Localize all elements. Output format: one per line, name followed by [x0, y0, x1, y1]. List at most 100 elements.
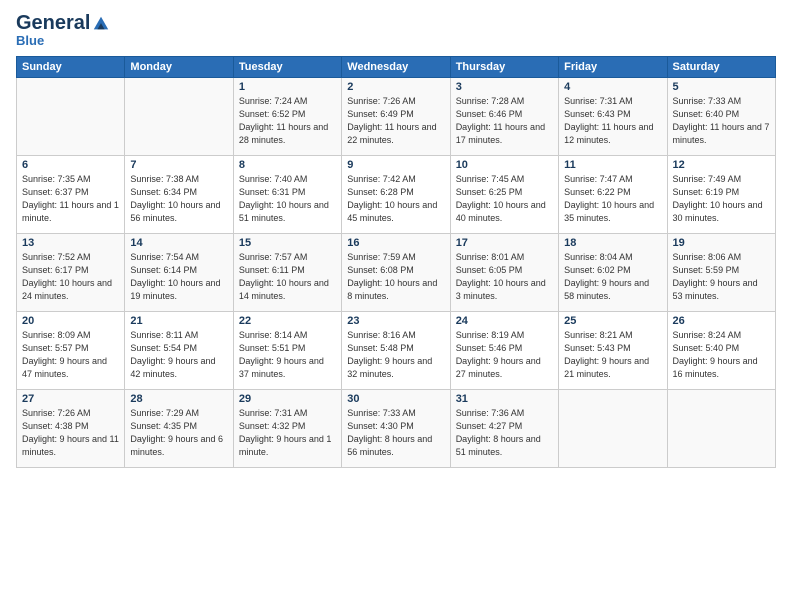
logo-text: General: [16, 12, 110, 35]
day-cell: 14 Sunrise: 7:54 AMSunset: 6:14 PMDayligh…: [125, 234, 233, 312]
day-number: 11: [564, 159, 661, 171]
day-cell: 24 Sunrise: 8:19 AMSunset: 5:46 PMDayligh…: [450, 312, 558, 390]
logo-icon: [92, 15, 110, 33]
day-info: Sunrise: 7:54 AMSunset: 6:14 PMDaylight:…: [130, 251, 227, 303]
day-number: 3: [456, 81, 553, 93]
day-info: Sunrise: 7:26 AMSunset: 6:49 PMDaylight:…: [347, 95, 444, 147]
day-number: 15: [239, 237, 336, 249]
col-header-tuesday: Tuesday: [233, 57, 341, 78]
week-row-3: 13 Sunrise: 7:52 AMSunset: 6:17 PMDayligh…: [17, 234, 776, 312]
day-cell: 23Sunrise: 8:16 AMSunset: 5:48 PMDayligh…: [342, 312, 450, 390]
day-number: 27: [22, 393, 119, 405]
day-number: 8: [239, 159, 336, 171]
day-number: 9: [347, 159, 444, 171]
day-number: 22: [239, 315, 336, 327]
day-info: Sunrise: 8:14 AMSunset: 5:51 PMDaylight:…: [239, 329, 336, 381]
day-info: Sunrise: 7:49 AMSunset: 6:19 PMDaylight:…: [673, 173, 770, 225]
day-cell: 9Sunrise: 7:42 AMSunset: 6:28 PMDaylight…: [342, 156, 450, 234]
day-cell: 7Sunrise: 7:38 AMSunset: 6:34 PMDaylight…: [125, 156, 233, 234]
day-cell: 29 Sunrise: 7:31 AMSunset: 4:32 PMDayligh…: [233, 390, 341, 468]
day-info: Sunrise: 7:24 AMSunset: 6:52 PMDaylight:…: [239, 95, 336, 147]
day-number: 25: [564, 315, 661, 327]
calendar-body: 1 Sunrise: 7:24 AMSunset: 6:52 PMDaylight…: [17, 78, 776, 468]
calendar-table: SundayMondayTuesdayWednesdayThursdayFrid…: [16, 56, 776, 468]
day-info: Sunrise: 7:33 AMSunset: 6:40 PMDaylight:…: [673, 95, 770, 147]
col-header-monday: Monday: [125, 57, 233, 78]
day-cell: 11Sunrise: 7:47 AMSunset: 6:22 PMDayligh…: [559, 156, 667, 234]
logo-general: General: [16, 12, 90, 35]
day-number: 1: [239, 81, 336, 93]
day-cell: 16Sunrise: 7:59 AMSunset: 6:08 PMDayligh…: [342, 234, 450, 312]
day-info: Sunrise: 7:28 AMSunset: 6:46 PMDaylight:…: [456, 95, 553, 147]
day-info: Sunrise: 8:19 AMSunset: 5:46 PMDaylight:…: [456, 329, 553, 381]
col-header-friday: Friday: [559, 57, 667, 78]
col-header-sunday: Sunday: [17, 57, 125, 78]
day-number: 6: [22, 159, 119, 171]
week-row-1: 1 Sunrise: 7:24 AMSunset: 6:52 PMDaylight…: [17, 78, 776, 156]
day-number: 5: [673, 81, 770, 93]
day-number: 7: [130, 159, 227, 171]
day-cell: [559, 390, 667, 468]
col-header-wednesday: Wednesday: [342, 57, 450, 78]
day-number: 19: [673, 237, 770, 249]
day-info: Sunrise: 7:33 AMSunset: 4:30 PMDaylight:…: [347, 407, 444, 459]
day-number: 30: [347, 393, 444, 405]
day-info: Sunrise: 7:31 AMSunset: 6:43 PMDaylight:…: [564, 95, 661, 147]
day-number: 24: [456, 315, 553, 327]
week-row-4: 20Sunrise: 8:09 AMSunset: 5:57 PMDayligh…: [17, 312, 776, 390]
day-cell: 17 Sunrise: 8:01 AMSunset: 6:05 PMDayligh…: [450, 234, 558, 312]
day-info: Sunrise: 8:04 AMSunset: 6:02 PMDaylight:…: [564, 251, 661, 303]
day-number: 16: [347, 237, 444, 249]
day-cell: 19 Sunrise: 8:06 AMSunset: 5:59 PMDayligh…: [667, 234, 775, 312]
week-row-5: 27 Sunrise: 7:26 AMSunset: 4:38 PMDayligh…: [17, 390, 776, 468]
day-number: 14: [130, 237, 227, 249]
day-info: Sunrise: 8:21 AMSunset: 5:43 PMDaylight:…: [564, 329, 661, 381]
header: General Blue: [16, 12, 776, 48]
day-cell: 22 Sunrise: 8:14 AMSunset: 5:51 PMDayligh…: [233, 312, 341, 390]
col-header-thursday: Thursday: [450, 57, 558, 78]
day-number: 31: [456, 393, 553, 405]
logo-blue: Blue: [16, 33, 44, 48]
day-number: 2: [347, 81, 444, 93]
day-cell: 31 Sunrise: 7:36 AMSunset: 4:27 PMDayligh…: [450, 390, 558, 468]
day-number: 17: [456, 237, 553, 249]
day-cell: 26 Sunrise: 8:24 AMSunset: 5:40 PMDayligh…: [667, 312, 775, 390]
day-cell: 1 Sunrise: 7:24 AMSunset: 6:52 PMDaylight…: [233, 78, 341, 156]
day-number: 13: [22, 237, 119, 249]
week-row-2: 6 Sunrise: 7:35 AMSunset: 6:37 PMDaylight…: [17, 156, 776, 234]
day-info: Sunrise: 8:09 AMSunset: 5:57 PMDaylight:…: [22, 329, 119, 381]
day-info: Sunrise: 8:06 AMSunset: 5:59 PMDaylight:…: [673, 251, 770, 303]
logo: General Blue: [16, 12, 110, 48]
day-number: 18: [564, 237, 661, 249]
day-cell: 18 Sunrise: 8:04 AMSunset: 6:02 PMDayligh…: [559, 234, 667, 312]
day-info: Sunrise: 8:24 AMSunset: 5:40 PMDaylight:…: [673, 329, 770, 381]
day-info: Sunrise: 7:36 AMSunset: 4:27 PMDaylight:…: [456, 407, 553, 459]
day-cell: 13 Sunrise: 7:52 AMSunset: 6:17 PMDayligh…: [17, 234, 125, 312]
day-cell: 5 Sunrise: 7:33 AMSunset: 6:40 PMDaylight…: [667, 78, 775, 156]
day-info: Sunrise: 7:52 AMSunset: 6:17 PMDaylight:…: [22, 251, 119, 303]
day-number: 26: [673, 315, 770, 327]
day-info: Sunrise: 7:35 AMSunset: 6:37 PMDaylight:…: [22, 173, 119, 225]
day-cell: 30 Sunrise: 7:33 AMSunset: 4:30 PMDayligh…: [342, 390, 450, 468]
day-cell: 4 Sunrise: 7:31 AMSunset: 6:43 PMDaylight…: [559, 78, 667, 156]
day-number: 4: [564, 81, 661, 93]
day-cell: 20Sunrise: 8:09 AMSunset: 5:57 PMDayligh…: [17, 312, 125, 390]
day-info: Sunrise: 7:40 AMSunset: 6:31 PMDaylight:…: [239, 173, 336, 225]
day-info: Sunrise: 7:45 AMSunset: 6:25 PMDaylight:…: [456, 173, 553, 225]
day-number: 10: [456, 159, 553, 171]
day-cell: 12Sunrise: 7:49 AMSunset: 6:19 PMDayligh…: [667, 156, 775, 234]
day-cell: [667, 390, 775, 468]
day-info: Sunrise: 7:57 AMSunset: 6:11 PMDaylight:…: [239, 251, 336, 303]
day-cell: 27 Sunrise: 7:26 AMSunset: 4:38 PMDayligh…: [17, 390, 125, 468]
day-number: 29: [239, 393, 336, 405]
day-number: 23: [347, 315, 444, 327]
day-info: Sunrise: 7:26 AMSunset: 4:38 PMDaylight:…: [22, 407, 119, 459]
day-cell: 8 Sunrise: 7:40 AMSunset: 6:31 PMDaylight…: [233, 156, 341, 234]
day-cell: 2 Sunrise: 7:26 AMSunset: 6:49 PMDaylight…: [342, 78, 450, 156]
day-info: Sunrise: 7:29 AMSunset: 4:35 PMDaylight:…: [130, 407, 227, 459]
day-cell: 10 Sunrise: 7:45 AMSunset: 6:25 PMDayligh…: [450, 156, 558, 234]
day-info: Sunrise: 7:31 AMSunset: 4:32 PMDaylight:…: [239, 407, 336, 459]
day-info: Sunrise: 8:11 AMSunset: 5:54 PMDaylight:…: [130, 329, 227, 381]
day-cell: 6 Sunrise: 7:35 AMSunset: 6:37 PMDaylight…: [17, 156, 125, 234]
day-info: Sunrise: 8:01 AMSunset: 6:05 PMDaylight:…: [456, 251, 553, 303]
